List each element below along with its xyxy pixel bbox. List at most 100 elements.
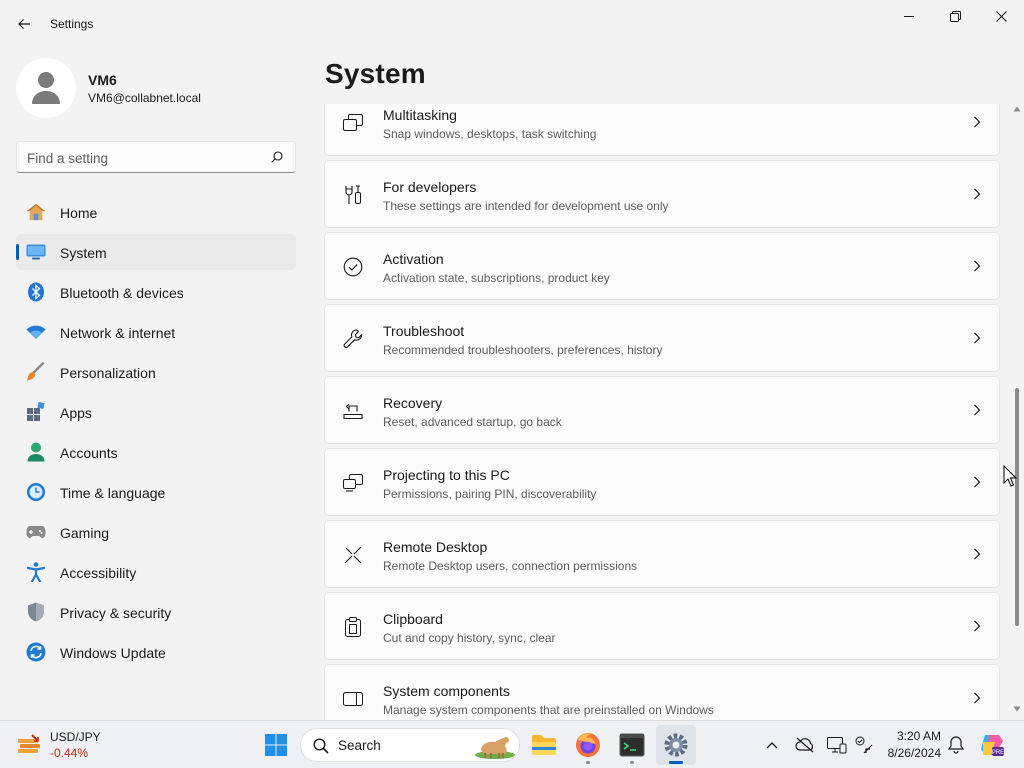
card-system-components[interactable]: System components Manage system componen… <box>324 664 1000 720</box>
taskbar-search-label: Search <box>338 738 381 753</box>
card-multitasking[interactable]: Multitasking Snap windows, desktops, tas… <box>324 104 1000 156</box>
multitasking-icon <box>343 113 363 133</box>
taskbar-search[interactable]: Search <box>300 728 520 762</box>
page-title: System <box>325 58 426 89</box>
widget-change: -0.44% <box>50 746 89 760</box>
sidebar-item-bluetooth[interactable]: Bluetooth & devices <box>16 274 296 310</box>
copilot-icon: PRE <box>981 735 1004 756</box>
close-button[interactable] <box>978 0 1024 32</box>
back-arrow-icon <box>18 19 30 29</box>
brush-icon <box>26 362 46 382</box>
widget-title: USD/JPY <box>50 730 101 744</box>
taskbar: USD/JPY -0.44% Search 3:20 AM 8/26/2024 <box>0 720 1024 768</box>
clock-time: 3:20 AM <box>896 729 941 743</box>
sidebar-item-system[interactable]: System <box>16 234 296 270</box>
currency-chart-icon <box>18 734 40 753</box>
apps-icon <box>26 402 46 422</box>
card-title: Remote Desktop <box>383 539 488 555</box>
chevron-right-icon <box>974 476 981 488</box>
sidebar-item-accounts[interactable]: Accounts <box>16 434 296 470</box>
running-indicator <box>586 761 590 764</box>
sidebar-item-accessibility[interactable]: Accessibility <box>16 554 296 590</box>
card-for-developers[interactable]: For developers These settings are intend… <box>324 160 1000 228</box>
search-icon <box>313 738 329 754</box>
show-hidden-icons-button[interactable] <box>760 733 784 757</box>
chevron-right-icon <box>974 260 981 272</box>
chevron-up-icon <box>766 742 778 749</box>
search-input[interactable] <box>27 148 267 168</box>
taskbar-settings[interactable] <box>656 725 696 765</box>
sidebar-item-time-language[interactable]: Time & language <box>16 474 296 510</box>
card-title: Multitasking <box>383 107 457 123</box>
clipboard-icon <box>343 617 363 637</box>
running-indicator <box>669 761 683 764</box>
sidebar-item-privacy-security[interactable]: Privacy & security <box>16 594 296 630</box>
start-button[interactable] <box>256 725 296 765</box>
card-description: Cut and copy history, sync, clear <box>383 631 556 645</box>
user-profile[interactable]: VM6 VM6@collabnet.local <box>16 58 296 118</box>
sidebar-item-personalization[interactable]: Personalization <box>16 354 296 390</box>
vertical-scrollbar[interactable] <box>1010 104 1024 720</box>
sidebar-item-network[interactable]: Network & internet <box>16 314 296 350</box>
sidebar-item-windows-update[interactable]: Windows Update <box>16 634 296 670</box>
card-activation[interactable]: Activation Activation state, subscriptio… <box>324 232 1000 300</box>
bluetooth-icon <box>26 282 46 302</box>
find-setting-search[interactable] <box>16 141 296 173</box>
copilot-button[interactable]: PRE <box>978 731 1006 759</box>
card-clipboard[interactable]: Clipboard Cut and copy history, sync, cl… <box>324 592 1000 660</box>
card-recovery[interactable]: Recovery Reset, advanced startup, go bac… <box>324 376 1000 444</box>
sidebar-item-label: Gaming <box>60 525 110 541</box>
restore-button[interactable] <box>932 0 978 32</box>
card-projecting[interactable]: Projecting to this PC Permissions, pairi… <box>324 448 1000 516</box>
card-troubleshoot[interactable]: Troubleshoot Recommended troubleshooters… <box>324 304 1000 372</box>
onedrive-icon <box>795 737 814 753</box>
sidebar-item-label: Home <box>60 205 98 221</box>
sidebar-item-gaming[interactable]: Gaming <box>16 514 296 550</box>
card-description: Reset, advanced startup, go back <box>383 415 562 429</box>
sidebar-item-label: Time & language <box>60 485 166 501</box>
display-tray[interactable] <box>825 733 849 757</box>
sidebar-item-label: Windows Update <box>60 645 166 661</box>
file-explorer-icon <box>532 735 556 755</box>
mouse-cursor-icon <box>1003 465 1017 487</box>
system-components-icon <box>343 689 363 709</box>
app-title: Settings <box>50 17 94 31</box>
chevron-right-icon <box>974 692 981 704</box>
home-icon <box>26 202 46 222</box>
card-remote-desktop[interactable]: Remote Desktop Remote Desktop users, con… <box>324 520 1000 588</box>
firefox-icon <box>576 733 600 757</box>
scroll-up-arrow-icon[interactable] <box>1013 106 1021 112</box>
search-highlight-illustration-icon <box>475 737 515 759</box>
card-title: For developers <box>383 179 477 195</box>
minimize-button[interactable] <box>886 0 932 32</box>
network-tray[interactable] <box>852 733 876 757</box>
chevron-right-icon <box>974 620 981 632</box>
onedrive-tray[interactable] <box>793 733 817 757</box>
search-icon[interactable] <box>271 151 283 163</box>
sidebar-nav: Home System Bluetooth & devices Network … <box>16 194 296 674</box>
minimize-icon <box>904 16 914 17</box>
card-description: Recommended troubleshooters, preferences… <box>383 343 663 357</box>
title-bar: Settings <box>0 0 1024 48</box>
chevron-right-icon <box>974 332 981 344</box>
wifi-icon <box>26 322 46 342</box>
scroll-down-arrow-icon[interactable] <box>1013 706 1021 712</box>
scroll-thumb[interactable] <box>1015 388 1019 626</box>
card-description: Permissions, pairing PIN, discoverabilit… <box>383 487 597 501</box>
card-title: Clipboard <box>383 611 443 627</box>
taskbar-firefox[interactable] <box>568 725 608 765</box>
close-icon <box>995 10 1007 22</box>
stock-widget[interactable]: USD/JPY -0.44% <box>12 727 132 763</box>
taskbar-file-explorer[interactable] <box>524 725 564 765</box>
taskbar-terminal[interactable] <box>612 725 652 765</box>
notifications-button[interactable] <box>944 733 968 757</box>
check-circle-icon <box>343 257 363 277</box>
accessibility-icon <box>26 562 46 582</box>
sidebar-item-home[interactable]: Home <box>16 194 296 230</box>
back-button[interactable] <box>10 10 38 38</box>
avatar <box>16 58 76 118</box>
card-description: These settings are intended for developm… <box>383 199 669 213</box>
network-icon <box>855 736 873 754</box>
card-description: Manage system components that are preins… <box>383 703 714 717</box>
sidebar-item-apps[interactable]: Apps <box>16 394 296 430</box>
